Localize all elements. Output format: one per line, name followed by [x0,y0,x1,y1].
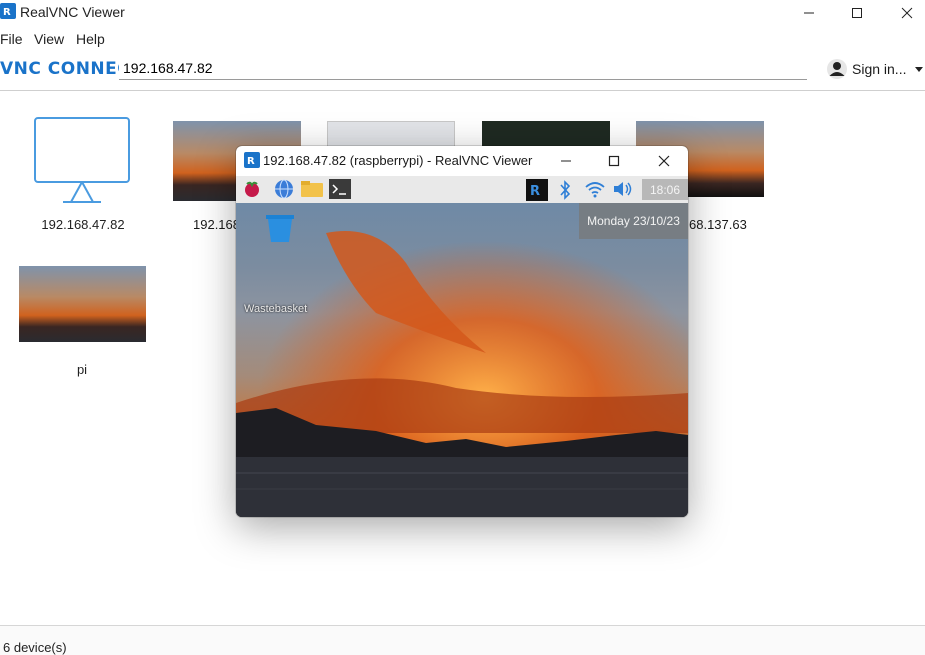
viewer-maximize-button[interactable] [590,146,638,176]
volume-icon[interactable] [612,180,634,198]
remote-desktop[interactable]: Wastebasket [236,203,688,517]
viewer-minimize-button[interactable] [542,146,590,176]
terminal-icon[interactable] [329,179,351,199]
close-button[interactable] [884,0,925,26]
device-label: 192.168.47.82 [41,217,125,232]
device-tile[interactable]: 192.168.47.82 [13,112,153,236]
close-icon [901,7,913,19]
svg-text:R: R [530,184,540,199]
address-input[interactable] [119,56,807,80]
file-manager-icon[interactable] [300,180,324,198]
device-thumbnail [327,121,455,147]
menu-help[interactable]: Help [76,31,105,47]
sign-in-label: Sign in... [852,61,907,77]
menu-view[interactable]: View [34,31,64,47]
realvnc-logo-icon: R [244,152,260,168]
dropdown-arrow-icon [915,67,924,72]
minimize-button[interactable] [786,0,832,26]
device-label: 68.137.63 [689,217,747,232]
device-label: pi [76,362,88,377]
maximize-icon [608,155,620,167]
wallpaper-image [236,203,688,517]
minimize-icon [561,160,571,162]
viewer-title-bar[interactable]: R 192.168.47.82 (raspberrypi) - RealVNC … [236,146,688,176]
user-icon [827,59,847,79]
device-label: 192.168 [193,217,240,232]
remote-viewer-window[interactable]: R 192.168.47.82 (raspberrypi) - RealVNC … [236,146,688,517]
window-title: RealVNC Viewer [20,4,125,20]
device-thumbnail [482,121,610,147]
viewer-window-title: 192.168.47.82 (raspberrypi) - RealVNC Vi… [263,153,533,168]
title-bar: R RealVNC Viewer [0,0,925,26]
device-count: 6 device(s) [3,640,67,655]
vnc-server-icon[interactable]: R [526,179,548,201]
status-bar: 6 device(s) [0,625,925,655]
menu-file[interactable]: File [0,31,23,47]
taskbar-clock[interactable]: 18:06 [642,179,688,200]
device-thumbnail [19,266,146,342]
wifi-icon[interactable] [584,180,606,198]
minimize-icon [804,12,814,14]
close-icon [658,155,670,167]
address-bar: VNC CONNECT Sign in... [0,50,925,91]
menu-bar: File View Help [0,28,925,48]
wastebasket-label: Wastebasket [244,303,308,315]
sign-in-button[interactable]: Sign in... [826,58,924,80]
monitor-icon [34,117,130,203]
svg-text:R: R [3,7,11,18]
device-tile[interactable]: pi [19,266,147,382]
bluetooth-icon[interactable] [558,180,572,200]
date-tooltip: Monday 23/10/23 [579,203,688,239]
maximize-icon [852,8,862,18]
remote-taskbar: R [236,176,688,203]
svg-text:R: R [247,156,255,167]
wastebasket-icon[interactable] [264,213,296,243]
realvnc-logo-icon: R [0,3,16,19]
viewer-close-button[interactable] [640,146,688,176]
web-browser-icon[interactable] [274,179,294,199]
raspberry-menu-icon[interactable] [242,179,262,199]
maximize-button[interactable] [834,0,880,26]
